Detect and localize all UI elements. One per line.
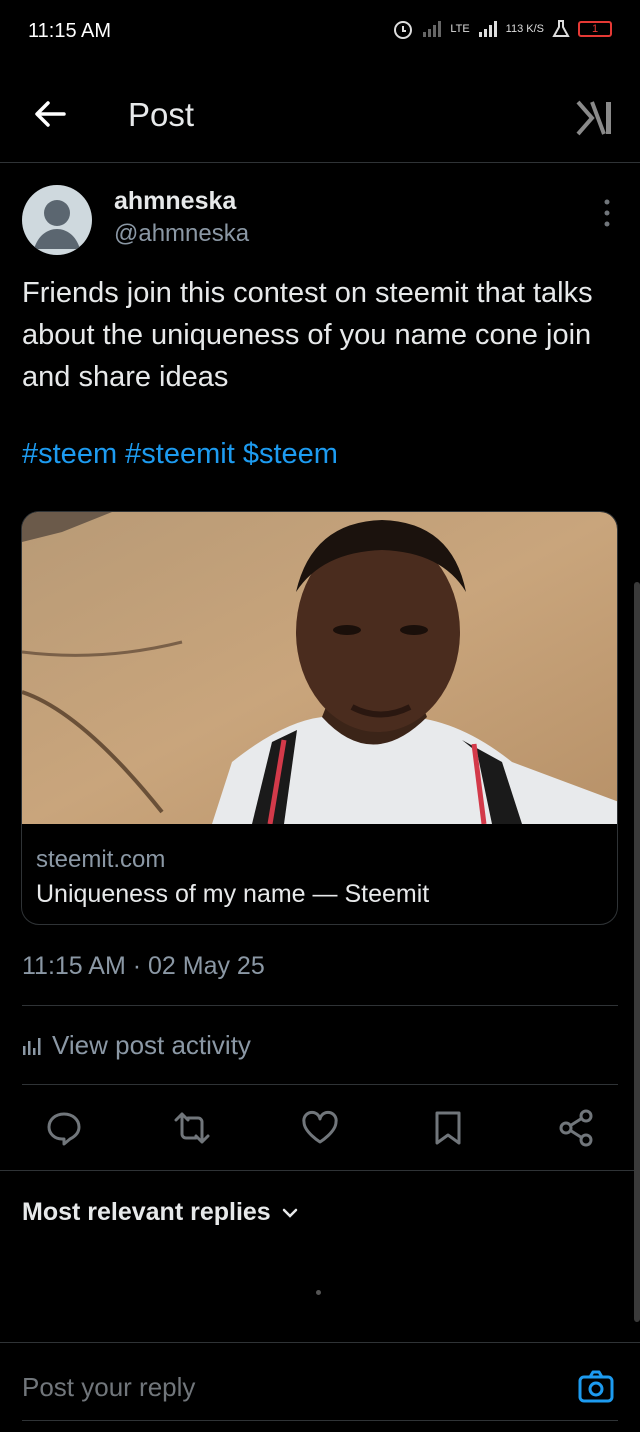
scrollbar[interactable]	[634, 582, 640, 1322]
like-icon[interactable]	[300, 1108, 340, 1148]
card-title: Uniqueness of my name — Steemit	[36, 880, 430, 908]
camera-icon[interactable]	[578, 1370, 614, 1404]
more-options-icon[interactable]	[602, 198, 612, 228]
card-domain: steemit.com	[36, 846, 166, 873]
link-card[interactable]: steemit.com Uniqueness of my name — Stee…	[21, 511, 618, 925]
avatar[interactable]	[22, 185, 92, 255]
post-timestamp: 11:15 AM · 02 May 25	[22, 952, 265, 980]
loading-indicator	[316, 1290, 321, 1295]
post-hashtags[interactable]: #steem #steemit $steem	[22, 438, 338, 471]
status-time: 11:15 AM	[28, 20, 112, 42]
bookmark-icon[interactable]	[428, 1108, 468, 1148]
activity-label: View post activity	[52, 1030, 251, 1060]
composer-divider	[0, 1342, 640, 1343]
flask-icon	[552, 20, 570, 37]
user-handle[interactable]: @ahmneska	[114, 220, 249, 248]
battery-icon: 1	[578, 21, 612, 37]
reply-input[interactable]: Post your reply	[22, 1372, 195, 1403]
speed-label: 113 K/S	[505, 23, 544, 35]
network-label: LTE	[450, 23, 470, 35]
post-text: Friends join this contest on steemit tha…	[22, 277, 593, 393]
timestamp-divider	[22, 1005, 618, 1006]
signal-icon	[423, 21, 442, 37]
action-bar	[0, 1104, 640, 1154]
actions-divider	[0, 1170, 640, 1171]
replies-sort-label: Most relevant replies	[22, 1198, 271, 1226]
view-post-activity[interactable]: View post activity	[22, 1030, 251, 1061]
share-icon[interactable]	[556, 1108, 596, 1148]
app-header: Post	[0, 72, 640, 162]
page-title: Post	[128, 96, 195, 133]
default-avatar-icon	[34, 200, 80, 249]
x-logo-icon	[576, 100, 611, 136]
header-divider	[0, 162, 640, 163]
repost-icon[interactable]	[172, 1108, 212, 1148]
back-arrow-icon[interactable]	[30, 94, 70, 134]
replies-sort-dropdown[interactable]: Most relevant replies	[22, 1198, 299, 1227]
composer-bottom-divider	[22, 1420, 618, 1421]
display-name[interactable]: ahmneska	[114, 187, 236, 216]
signal-strong-icon	[478, 21, 497, 37]
chevron-down-icon	[282, 1208, 297, 1218]
activity-divider	[22, 1084, 618, 1085]
alarm-icon	[394, 21, 413, 39]
card-image	[22, 512, 617, 824]
status-icons: LTE 113 K/S 1	[392, 18, 612, 40]
reply-icon[interactable]	[44, 1108, 84, 1148]
bar-chart-icon	[23, 1037, 41, 1055]
